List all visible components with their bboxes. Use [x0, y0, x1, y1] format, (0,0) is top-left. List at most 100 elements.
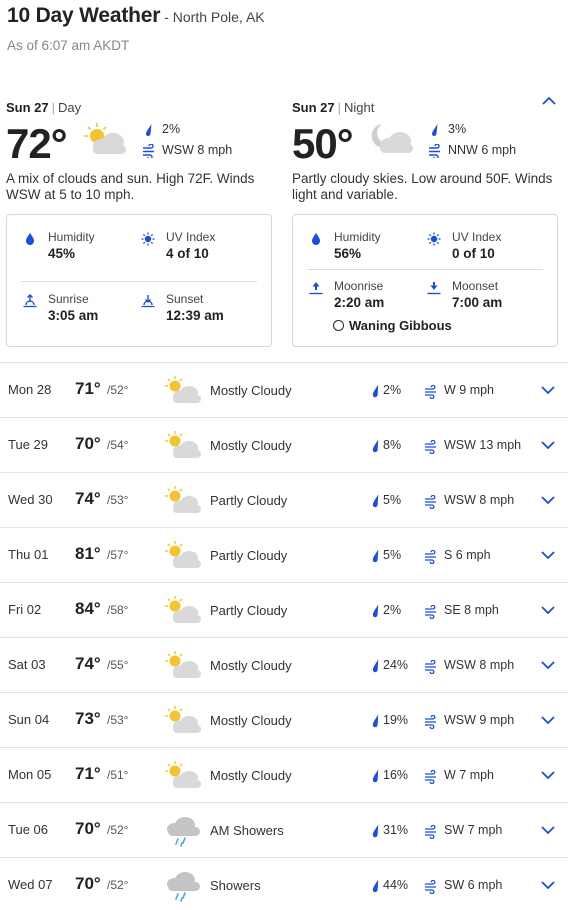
- condition: Mostly Cloudy: [210, 658, 292, 673]
- low-temp: /57°: [107, 548, 129, 562]
- wind-icon: [424, 494, 438, 509]
- high-temp: 74°: [75, 654, 101, 673]
- wind-speed: S 6 mph: [424, 548, 491, 564]
- condition: Showers: [210, 878, 261, 893]
- raindrop-icon: [368, 879, 379, 893]
- low-temp: /53°: [107, 713, 129, 727]
- wind-icon: [424, 824, 438, 839]
- chevron-down-icon[interactable]: [540, 824, 556, 836]
- day-name: Tue 29: [8, 437, 48, 452]
- moon-phase-icon: [333, 320, 344, 331]
- raindrop-icon: [368, 384, 379, 398]
- day-precip: 2%: [142, 122, 180, 137]
- chevron-down-icon[interactable]: [540, 879, 556, 891]
- wind-speed: SW 7 mph: [424, 823, 502, 839]
- as-of-timestamp: As of 6:07 am AKDT: [7, 38, 130, 53]
- precip-chance: 2%: [368, 383, 401, 398]
- day-row[interactable]: Fri 02 84° /58° Partly Cloudy 2% SE 8 mp…: [0, 582, 568, 637]
- day-row[interactable]: Mon 28 71° /52° Mostly Cloudy 2% W 9 mph: [0, 362, 568, 417]
- night-precip: 3%: [428, 122, 466, 137]
- moonrise-icon: [309, 281, 323, 295]
- day-name: Wed 07: [8, 877, 53, 892]
- day-temperature: 72°: [6, 120, 68, 167]
- partly-cloudy-sun-icon: [163, 539, 203, 573]
- humidity-value: 56%: [334, 246, 362, 261]
- low-temp: /52°: [107, 878, 129, 892]
- uv-sun-icon: [427, 232, 441, 246]
- low-temp: /52°: [107, 823, 129, 837]
- rain-cloud-icon: [163, 869, 203, 903]
- moon-phase: Waning Gibbous: [333, 318, 452, 333]
- chevron-down-icon[interactable]: [540, 549, 556, 561]
- chevron-down-icon[interactable]: [540, 439, 556, 451]
- day-name: Wed 30: [8, 492, 53, 507]
- wind-icon: [424, 604, 438, 619]
- high-temp: 73°: [75, 709, 101, 728]
- partly-cloudy-sun-icon: [163, 759, 203, 793]
- low-temp: /58°: [107, 603, 129, 617]
- day-name: Fri 02: [8, 602, 42, 617]
- sunrise-value: 3:05 am: [48, 308, 99, 323]
- raindrop-icon: [368, 439, 379, 453]
- partly-cloudy-moon-icon: [366, 120, 418, 160]
- uv-value: 4 of 10: [166, 246, 209, 261]
- day-name: Mon 28: [8, 382, 52, 397]
- raindrop-icon: [368, 769, 379, 783]
- wind-speed: SW 6 mph: [424, 878, 502, 894]
- high-temp: 70°: [75, 434, 101, 453]
- chevron-down-icon[interactable]: [540, 384, 556, 396]
- condition: Partly Cloudy: [210, 493, 288, 508]
- day-name: Sun 04: [8, 712, 50, 727]
- page-header: 10 Day Weather - North Pole, AK: [7, 4, 562, 28]
- day-row[interactable]: Sat 03 74° /55° Mostly Cloudy 24% WSW 8 …: [0, 637, 568, 692]
- day-row[interactable]: Tue 29 70° /54° Mostly Cloudy 8% WSW 13 …: [0, 417, 568, 472]
- raindrop-icon: [368, 659, 379, 673]
- day-name: Tue 06: [8, 822, 48, 837]
- high-temp: 84°: [75, 599, 101, 618]
- rain-cloud-icon: [163, 814, 203, 848]
- day-period-label: Sun 27 | Day: [6, 100, 82, 115]
- day-row[interactable]: Thu 01 81° /57° Partly Cloudy 5% S 6 mph: [0, 527, 568, 582]
- chevron-down-icon[interactable]: [540, 494, 556, 506]
- wind-icon: [142, 143, 156, 158]
- low-temp: /52°: [107, 383, 129, 397]
- wind-speed: WSW 9 mph: [424, 713, 514, 729]
- precip-chance: 24%: [368, 658, 408, 673]
- day-row[interactable]: Tue 06 70° /52° AM Showers 31% SW 7 mph: [0, 802, 568, 857]
- raindrop-icon: [368, 549, 379, 563]
- daily-forecast-list: Mon 28 71° /52° Mostly Cloudy 2% W 9 mph…: [0, 362, 568, 910]
- chevron-down-icon[interactable]: [540, 714, 556, 726]
- raindrop-icon: [368, 714, 379, 728]
- night-details-card: Humidity 56% UV Index 0 of 10 Moonrise 2…: [292, 214, 558, 347]
- day-name: Mon 05: [8, 767, 52, 782]
- night-wind: NNW 6 mph: [428, 143, 516, 158]
- uv-value: 0 of 10: [452, 246, 495, 261]
- condition: Partly Cloudy: [210, 548, 288, 563]
- wind-icon: [424, 384, 438, 399]
- chevron-down-icon[interactable]: [540, 659, 556, 671]
- high-temp: 81°: [75, 544, 101, 563]
- chevron-down-icon[interactable]: [540, 604, 556, 616]
- sunset-icon: [141, 294, 155, 308]
- wind-speed: W 7 mph: [424, 768, 494, 784]
- chevron-down-icon[interactable]: [540, 769, 556, 781]
- sunset-value: 12:39 am: [166, 308, 224, 323]
- condition: AM Showers: [210, 823, 284, 838]
- high-temp: 71°: [75, 764, 101, 783]
- wind-speed: WSW 8 mph: [424, 493, 514, 509]
- moonset-value: 7:00 am: [452, 295, 503, 310]
- low-temp: /51°: [107, 768, 129, 782]
- condition: Mostly Cloudy: [210, 438, 292, 453]
- wind-speed: SE 8 mph: [424, 603, 499, 619]
- raindrop-icon: [428, 123, 442, 137]
- wind-speed: WSW 8 mph: [424, 658, 514, 674]
- day-row[interactable]: Sun 04 73° /53° Mostly Cloudy 19% WSW 9 …: [0, 692, 568, 747]
- wind-icon: [424, 879, 438, 894]
- night-temperature: 50°: [292, 120, 354, 167]
- wind-icon: [424, 769, 438, 784]
- day-row[interactable]: Mon 05 71° /51° Mostly Cloudy 16% W 7 mp…: [0, 747, 568, 802]
- night-period-label: Sun 27 | Night: [292, 100, 375, 115]
- day-row[interactable]: Wed 07 70° /52° Showers 44% SW 6 mph: [0, 857, 568, 910]
- day-row[interactable]: Wed 30 74° /53° Partly Cloudy 5% WSW 8 m…: [0, 472, 568, 527]
- day-name: Thu 01: [8, 547, 49, 562]
